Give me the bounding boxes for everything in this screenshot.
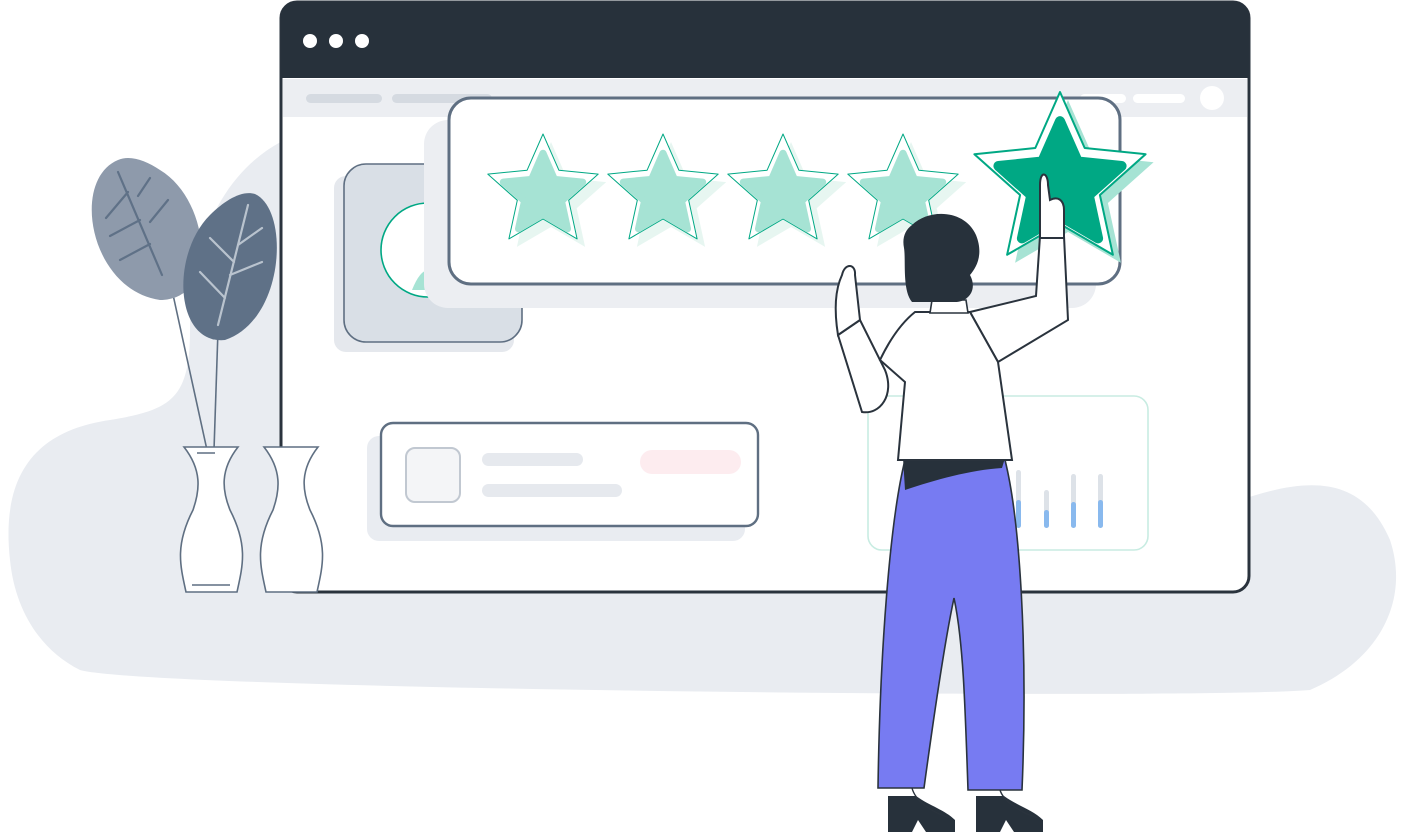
shoe-icon: [888, 796, 955, 832]
rating-illustration: [8, 0, 1397, 832]
list-line-long: [482, 484, 622, 497]
list-card: [367, 421, 760, 541]
list-badge[interactable]: [640, 450, 741, 474]
window-titlebar: [281, 2, 1249, 78]
checkbox-icon[interactable]: [405, 447, 461, 503]
toolbar-circle-button[interactable]: [1200, 86, 1224, 110]
shoe-icon: [976, 796, 1043, 832]
list-line-short: [482, 453, 583, 466]
toolbar-pill[interactable]: [1133, 94, 1185, 103]
window-dot-icon[interactable]: [329, 34, 343, 48]
toolbar-pill[interactable]: [306, 94, 382, 103]
illustration-stage: [0, 0, 1402, 833]
person-hair: [903, 213, 980, 302]
window-dot-icon[interactable]: [355, 34, 369, 48]
window-dot-icon[interactable]: [303, 34, 317, 48]
